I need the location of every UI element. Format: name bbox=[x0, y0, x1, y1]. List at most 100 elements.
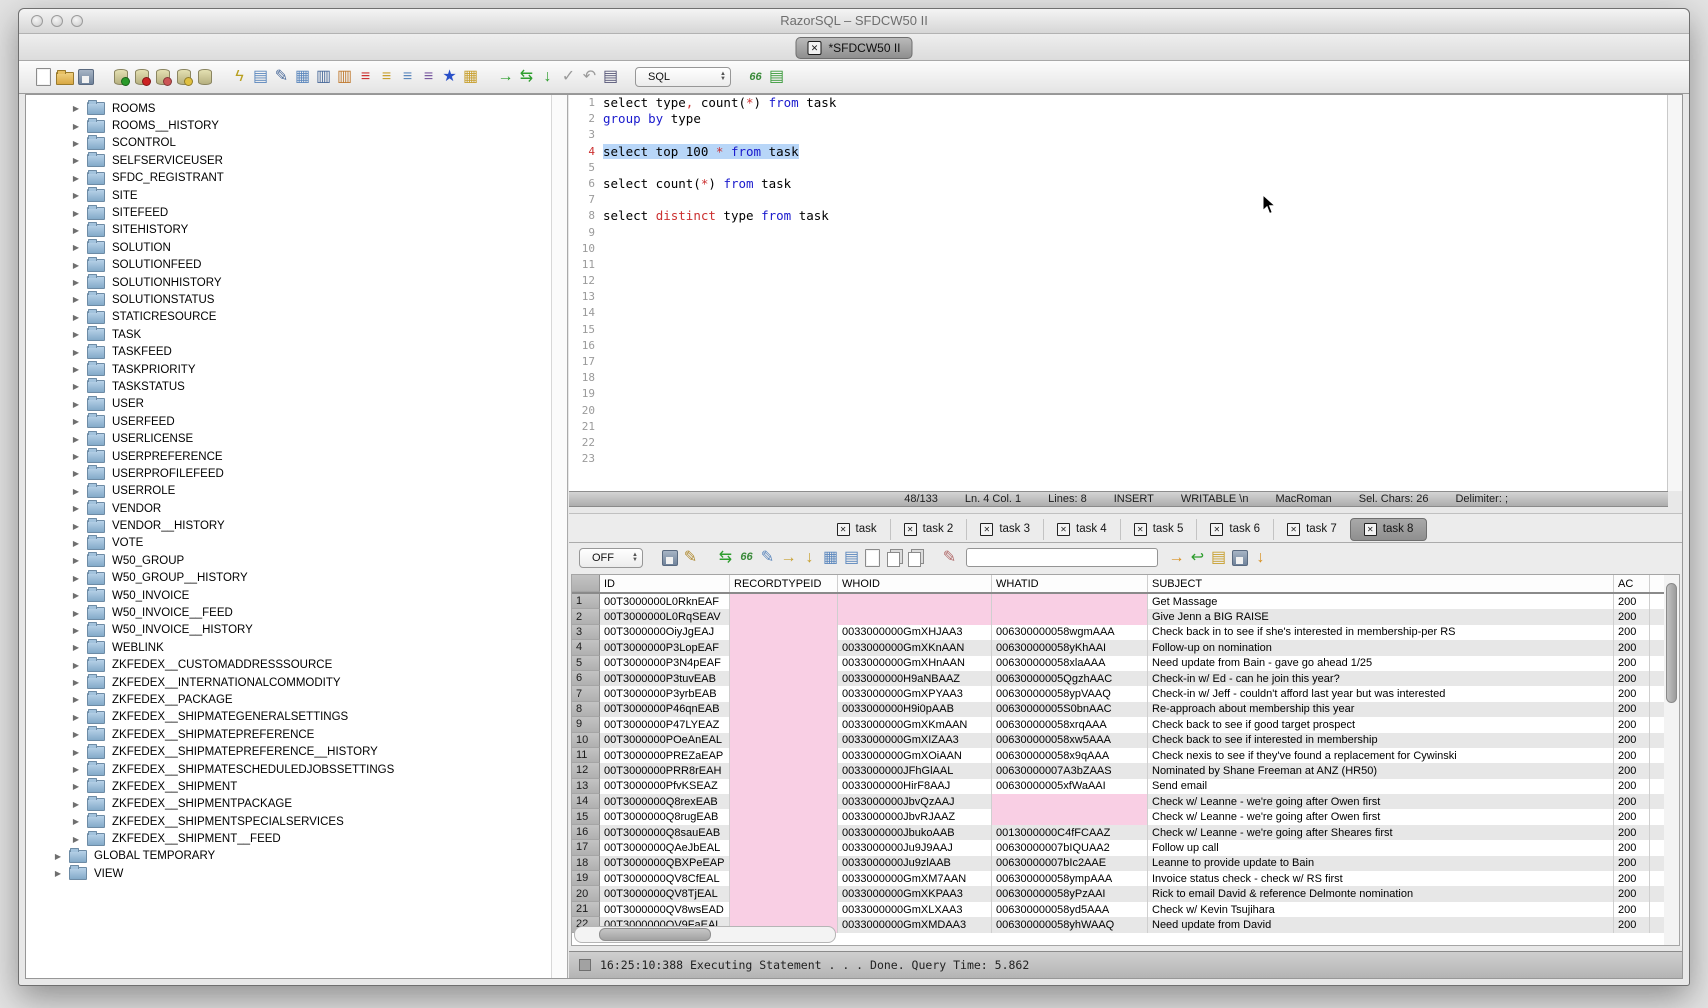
disclosure-triangle-icon[interactable]: ▶ bbox=[71, 713, 81, 722]
tree-item-userlicense[interactable]: ▶USERLICENSE bbox=[26, 430, 567, 447]
disclosure-triangle-icon[interactable]: ▶ bbox=[71, 626, 81, 635]
disclosure-triangle-icon[interactable]: ▶ bbox=[71, 591, 81, 600]
data-cell[interactable]: 200 bbox=[1614, 609, 1650, 624]
editor-line-17[interactable]: 17 bbox=[569, 354, 1682, 370]
data-cell[interactable]: 00630000005S0bnAAC bbox=[992, 702, 1148, 717]
result-tab-task-3[interactable]: ✕task 3 bbox=[966, 519, 1043, 540]
new-connection-icon[interactable] bbox=[173, 67, 194, 88]
disclosure-triangle-icon[interactable]: ▶ bbox=[71, 695, 81, 704]
data-cell[interactable]: Give Jenn a BIG RAISE bbox=[1148, 609, 1614, 624]
result-tab-task-8[interactable]: ✕task 8 bbox=[1350, 518, 1428, 541]
disclosure-triangle-icon[interactable]: ▶ bbox=[71, 104, 81, 113]
duplicate-connection-icon[interactable] bbox=[152, 67, 173, 88]
row-number-cell[interactable]: 19 bbox=[572, 871, 600, 886]
row-number-cell[interactable]: 9 bbox=[572, 717, 600, 732]
table-row[interactable]: 2000T3000000QV8TjEAL0033000000GmXKPAA300… bbox=[572, 886, 1664, 901]
row-number-cell[interactable]: 10 bbox=[572, 733, 600, 748]
checklist-icon[interactable]: ▤ bbox=[250, 67, 271, 88]
table-row[interactable]: 600T3000000P3tuvEAB0033000000H9aNBAAZ006… bbox=[572, 671, 1664, 686]
data-cell[interactable]: 0033000000GmXHJAA3 bbox=[838, 625, 992, 640]
table-row[interactable]: 200T3000000L0RqSEAVGive Jenn a BIG RAISE… bbox=[572, 609, 1664, 624]
data-cell[interactable] bbox=[730, 594, 838, 609]
sort-rows-icon[interactable]: ↓ bbox=[799, 547, 820, 568]
data-cell[interactable]: 0033000000JbvQzAAJ bbox=[838, 794, 992, 809]
open-file-icon[interactable] bbox=[54, 67, 75, 88]
data-cell[interactable] bbox=[730, 748, 838, 763]
copy-icon[interactable] bbox=[883, 547, 904, 568]
data-cell[interactable]: Check back to see if good target prospec… bbox=[1148, 717, 1614, 732]
data-cell[interactable]: 200 bbox=[1614, 809, 1650, 824]
table-row[interactable]: 500T3000000P3N4pEAF0033000000GmXHnAAN006… bbox=[572, 656, 1664, 671]
data-cell[interactable]: 200 bbox=[1614, 717, 1650, 732]
swap-arrows-icon[interactable]: ⇆ bbox=[516, 67, 537, 88]
tree-item-vote[interactable]: ▶VOTE bbox=[26, 535, 567, 552]
row-number-cell[interactable]: 6 bbox=[572, 671, 600, 686]
disclosure-triangle-icon[interactable]: ▶ bbox=[71, 365, 81, 374]
tree-item-rooms[interactable]: ▶ROOMS bbox=[26, 100, 567, 117]
result-tab-task-5[interactable]: ✕task 5 bbox=[1120, 519, 1197, 540]
disclosure-triangle-icon[interactable]: ▶ bbox=[71, 226, 81, 235]
data-cell[interactable] bbox=[730, 733, 838, 748]
database-icon[interactable] bbox=[194, 67, 215, 88]
disclosure-triangle-icon[interactable]: ▶ bbox=[71, 156, 81, 165]
data-cell[interactable] bbox=[730, 779, 838, 794]
column-header-whatid[interactable]: WHATID bbox=[992, 575, 1148, 592]
data-cell[interactable]: 006300000058yhWAAQ bbox=[992, 917, 1148, 932]
data-cell[interactable]: 00T3000000P3yrbEAB bbox=[600, 686, 730, 701]
disclosure-triangle-icon[interactable]: ▶ bbox=[71, 469, 81, 478]
editor-line-4[interactable]: 4select top 100 * from task bbox=[569, 144, 1682, 160]
data-cell[interactable]: 0033000000GmXOiAAN bbox=[838, 748, 992, 763]
data-cell[interactable]: Invoice status check - check w/ RS first bbox=[1148, 871, 1614, 886]
refresh-icon[interactable]: ⇆ bbox=[715, 547, 736, 568]
export-icon[interactable]: ↩ bbox=[1187, 547, 1208, 568]
data-cell[interactable]: Check back to see if interested in membe… bbox=[1148, 733, 1614, 748]
editor-line-15[interactable]: 15 bbox=[569, 322, 1682, 338]
filter-list-icon[interactable]: ≡ bbox=[418, 67, 439, 88]
data-cell[interactable]: 200 bbox=[1614, 825, 1650, 840]
disclosure-triangle-icon[interactable]: ▶ bbox=[71, 452, 81, 461]
row-number-cell[interactable]: 7 bbox=[572, 686, 600, 701]
disclosure-triangle-icon[interactable]: ▶ bbox=[71, 609, 81, 618]
disclosure-triangle-icon[interactable]: ▶ bbox=[71, 261, 81, 270]
edit-results-icon[interactable]: ✎ bbox=[680, 547, 701, 568]
data-cell[interactable]: 006300000058ympAAA bbox=[992, 871, 1148, 886]
disclosure-triangle-icon[interactable]: ▶ bbox=[71, 661, 81, 670]
disclosure-triangle-icon[interactable]: ▶ bbox=[71, 122, 81, 131]
disclosure-triangle-icon[interactable]: ▶ bbox=[71, 487, 81, 496]
data-cell[interactable]: Check w/ Leanne - we're going after Owen… bbox=[1148, 809, 1614, 824]
tree-item-zkfedex__internationalcommodity[interactable]: ▶ZKFEDEX__INTERNATIONALCOMMODITY bbox=[26, 674, 567, 691]
data-cell[interactable]: 00T3000000OiyJgEAJ bbox=[600, 625, 730, 640]
connect-db-icon[interactable] bbox=[110, 67, 131, 88]
data-cell[interactable]: Send email bbox=[1148, 779, 1614, 794]
data-cell[interactable]: Check-in w/ Ed - can he join this year? bbox=[1148, 671, 1614, 686]
data-cell[interactable] bbox=[838, 609, 992, 624]
data-cell[interactable]: 00T3000000QV8TjEAL bbox=[600, 886, 730, 901]
editor-line-3[interactable]: 3 bbox=[569, 127, 1682, 143]
table-row[interactable]: 100T3000000L0RknEAFGet Massage200 bbox=[572, 594, 1664, 609]
tree-item-rooms__history[interactable]: ▶ROOMS__HISTORY bbox=[26, 117, 567, 134]
result-tab-task[interactable]: ✕task bbox=[824, 519, 890, 540]
editor-line-13[interactable]: 13 bbox=[569, 289, 1682, 305]
data-cell[interactable]: 0033000000GmXM7AAN bbox=[838, 871, 992, 886]
table-row[interactable]: 400T3000000P3LopEAF0033000000GmXKnAAN006… bbox=[572, 640, 1664, 655]
disclosure-triangle-icon[interactable]: ▶ bbox=[71, 504, 81, 513]
data-cell[interactable] bbox=[730, 763, 838, 778]
new-doc-icon[interactable] bbox=[862, 547, 883, 568]
data-cell[interactable] bbox=[730, 840, 838, 855]
tree-item-zkfedex__shipmentspecialservices[interactable]: ▶ZKFEDEX__SHIPMENTSPECIALSERVICES bbox=[26, 813, 567, 830]
data-cell[interactable]: 00T3000000P3N4pEAF bbox=[600, 656, 730, 671]
data-cell[interactable]: 200 bbox=[1614, 886, 1650, 901]
close-tab-icon[interactable]: ✕ bbox=[1134, 523, 1147, 536]
row-number-cell[interactable]: 14 bbox=[572, 794, 600, 809]
row-number-cell[interactable]: 5 bbox=[572, 656, 600, 671]
tree-item-vendor[interactable]: ▶VENDOR bbox=[26, 500, 567, 517]
tree-item-staticresource[interactable]: ▶STATICRESOURCE bbox=[26, 309, 567, 326]
table-sync-icon[interactable]: ▦ bbox=[292, 67, 313, 88]
book-orange-icon[interactable]: ▥ bbox=[334, 67, 355, 88]
row-number-cell[interactable]: 4 bbox=[572, 640, 600, 655]
editor-line-2[interactable]: 2group by type bbox=[569, 111, 1682, 127]
disclosure-triangle-icon[interactable]: ▶ bbox=[53, 869, 63, 878]
editor-line-16[interactable]: 16 bbox=[569, 338, 1682, 354]
sidebar-scrollbar[interactable] bbox=[551, 95, 567, 978]
data-cell[interactable] bbox=[730, 702, 838, 717]
